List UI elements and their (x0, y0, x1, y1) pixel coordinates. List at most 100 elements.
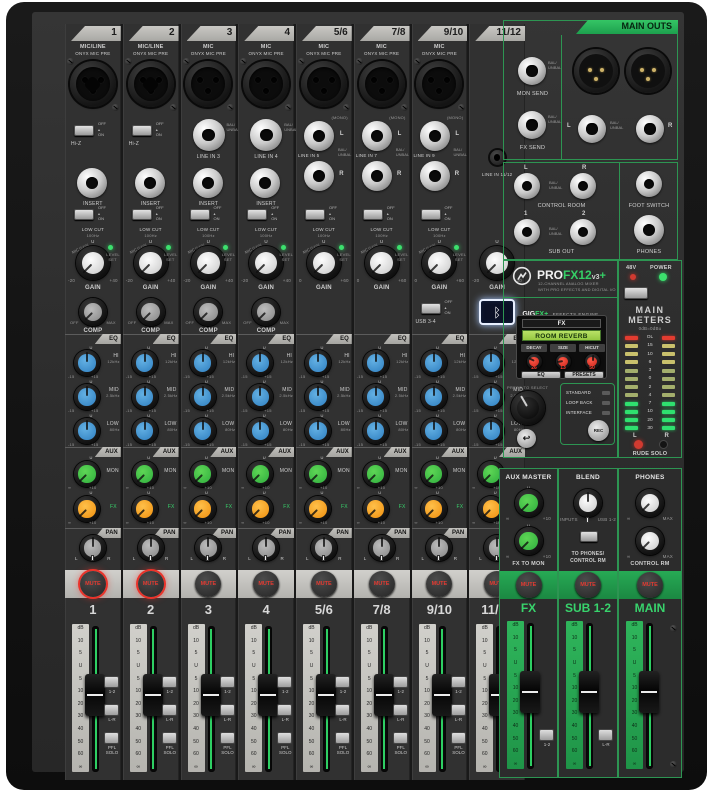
comp-knob[interactable] (78, 298, 107, 326)
fx-eq-button[interactable]: EQ (521, 371, 561, 379)
master-assign-button[interactable] (598, 729, 613, 741)
assign-1-2-button[interactable] (450, 676, 466, 688)
assign-1-2-button[interactable] (161, 676, 177, 688)
pfl-solo-button[interactable] (392, 732, 408, 744)
pfl-solo-button[interactable] (219, 732, 235, 744)
aux-master-knob[interactable] (514, 489, 543, 517)
aux-mon-knob[interactable] (74, 461, 100, 487)
channel-fader-handle[interactable] (431, 674, 452, 716)
eq-mid-knob[interactable] (189, 384, 216, 410)
low-cut-switch[interactable] (305, 209, 325, 220)
mute-button[interactable]: MUTE (368, 571, 395, 597)
aux-fx-knob[interactable] (189, 496, 216, 522)
aux-mon-knob[interactable] (305, 461, 331, 487)
phantom-power-switch[interactable] (624, 287, 648, 299)
back-button[interactable]: ↩ (517, 429, 536, 448)
channel-fader-handle[interactable] (200, 674, 221, 716)
gain-knob[interactable] (364, 246, 399, 280)
low-cut-switch[interactable] (131, 209, 152, 220)
eq-hi-knob[interactable] (189, 350, 216, 376)
eq-low-knob[interactable] (478, 418, 505, 444)
aux-mon-knob[interactable] (247, 461, 274, 487)
master-mute-button[interactable]: MUTE (637, 572, 663, 598)
gain-knob[interactable] (306, 246, 341, 280)
master-fader-handle[interactable] (639, 671, 659, 713)
assign-lr-button[interactable] (219, 704, 235, 716)
eq-hi-knob[interactable] (305, 350, 331, 376)
low-cut-switch[interactable] (362, 209, 383, 220)
assign-lr-button[interactable] (335, 704, 350, 716)
eq-hi-knob[interactable] (131, 350, 158, 376)
eq-low-knob[interactable] (305, 418, 331, 444)
low-cut-switch[interactable] (247, 209, 268, 220)
assign-lr-button[interactable] (161, 704, 177, 716)
eq-mid-knob[interactable] (247, 384, 274, 410)
fx-to-mon-knob[interactable] (514, 527, 543, 555)
gain-knob[interactable] (249, 246, 284, 280)
eq-hi-knob[interactable] (420, 350, 447, 376)
rec-button[interactable]: REC (588, 420, 609, 441)
mute-button[interactable]: MUTE (79, 571, 106, 597)
gain-knob[interactable] (191, 246, 226, 280)
pfl-solo-button[interactable] (335, 732, 350, 744)
phones-level-knob[interactable] (636, 489, 664, 517)
eq-low-knob[interactable] (189, 418, 216, 444)
pfl-solo-button[interactable] (450, 732, 466, 744)
channel-fader-handle[interactable] (85, 674, 105, 716)
eq-mid-knob[interactable] (478, 384, 505, 410)
aux-mon-knob[interactable] (420, 461, 447, 487)
gain-knob[interactable] (422, 246, 457, 280)
low-cut-switch[interactable] (189, 209, 210, 220)
hi-z-switch[interactable] (131, 125, 152, 136)
assign-1-2-button[interactable] (277, 676, 293, 688)
aux-fx-knob[interactable] (74, 496, 100, 522)
eq-low-knob[interactable] (362, 418, 389, 444)
aux-fx-knob[interactable] (247, 496, 274, 522)
assign-lr-button[interactable] (277, 704, 293, 716)
hi-z-switch[interactable] (74, 125, 94, 136)
aux-mon-knob[interactable] (189, 461, 216, 487)
comp-knob[interactable] (252, 298, 281, 326)
assign-1-2-button[interactable] (335, 676, 350, 688)
assign-lr-button[interactable] (450, 704, 466, 716)
assign-1-2-button[interactable] (392, 676, 408, 688)
assign-lr-button[interactable] (104, 704, 119, 716)
channel-fader-handle[interactable] (373, 674, 394, 716)
master-assign-button[interactable] (539, 729, 554, 741)
assign-1-2-button[interactable] (219, 676, 235, 688)
control-rm-knob[interactable] (636, 527, 664, 555)
pfl-solo-button[interactable] (277, 732, 293, 744)
aux-fx-knob[interactable] (131, 496, 158, 522)
gain-knob[interactable] (133, 246, 168, 280)
low-cut-switch[interactable] (74, 209, 94, 220)
channel-fader-handle[interactable] (258, 674, 279, 716)
aux-fx-knob[interactable] (362, 496, 389, 522)
eq-hi-knob[interactable] (478, 350, 505, 376)
mute-button[interactable]: MUTE (310, 571, 337, 597)
eq-low-knob[interactable] (131, 418, 158, 444)
aux-fx-knob[interactable] (420, 496, 447, 522)
eq-hi-knob[interactable] (74, 350, 100, 376)
fx-select-knob[interactable] (511, 391, 545, 425)
eq-mid-knob[interactable] (420, 384, 447, 410)
mute-button[interactable]: MUTE (253, 571, 280, 597)
pfl-solo-button[interactable] (104, 732, 119, 744)
eq-hi-knob[interactable] (362, 350, 389, 376)
comp-knob[interactable] (136, 298, 165, 326)
comp-knob[interactable] (194, 298, 223, 326)
fx-presets-button[interactable]: PRESETS (564, 371, 604, 379)
aux-mon-knob[interactable] (131, 461, 158, 487)
master-fader-handle[interactable] (520, 671, 540, 713)
eq-hi-knob[interactable] (247, 350, 274, 376)
channel-fader-handle[interactable] (142, 674, 163, 716)
usb-3-4-switch[interactable] (420, 303, 441, 314)
eq-low-knob[interactable] (247, 418, 274, 444)
blend-knob[interactable] (574, 489, 602, 517)
master-mute-button[interactable]: MUTE (575, 572, 601, 598)
low-cut-switch[interactable] (420, 209, 441, 220)
eq-mid-knob[interactable] (131, 384, 158, 410)
master-mute-button[interactable]: MUTE (515, 572, 542, 598)
master-fader-handle[interactable] (579, 671, 599, 713)
eq-low-knob[interactable] (420, 418, 447, 444)
eq-mid-knob[interactable] (305, 384, 331, 410)
